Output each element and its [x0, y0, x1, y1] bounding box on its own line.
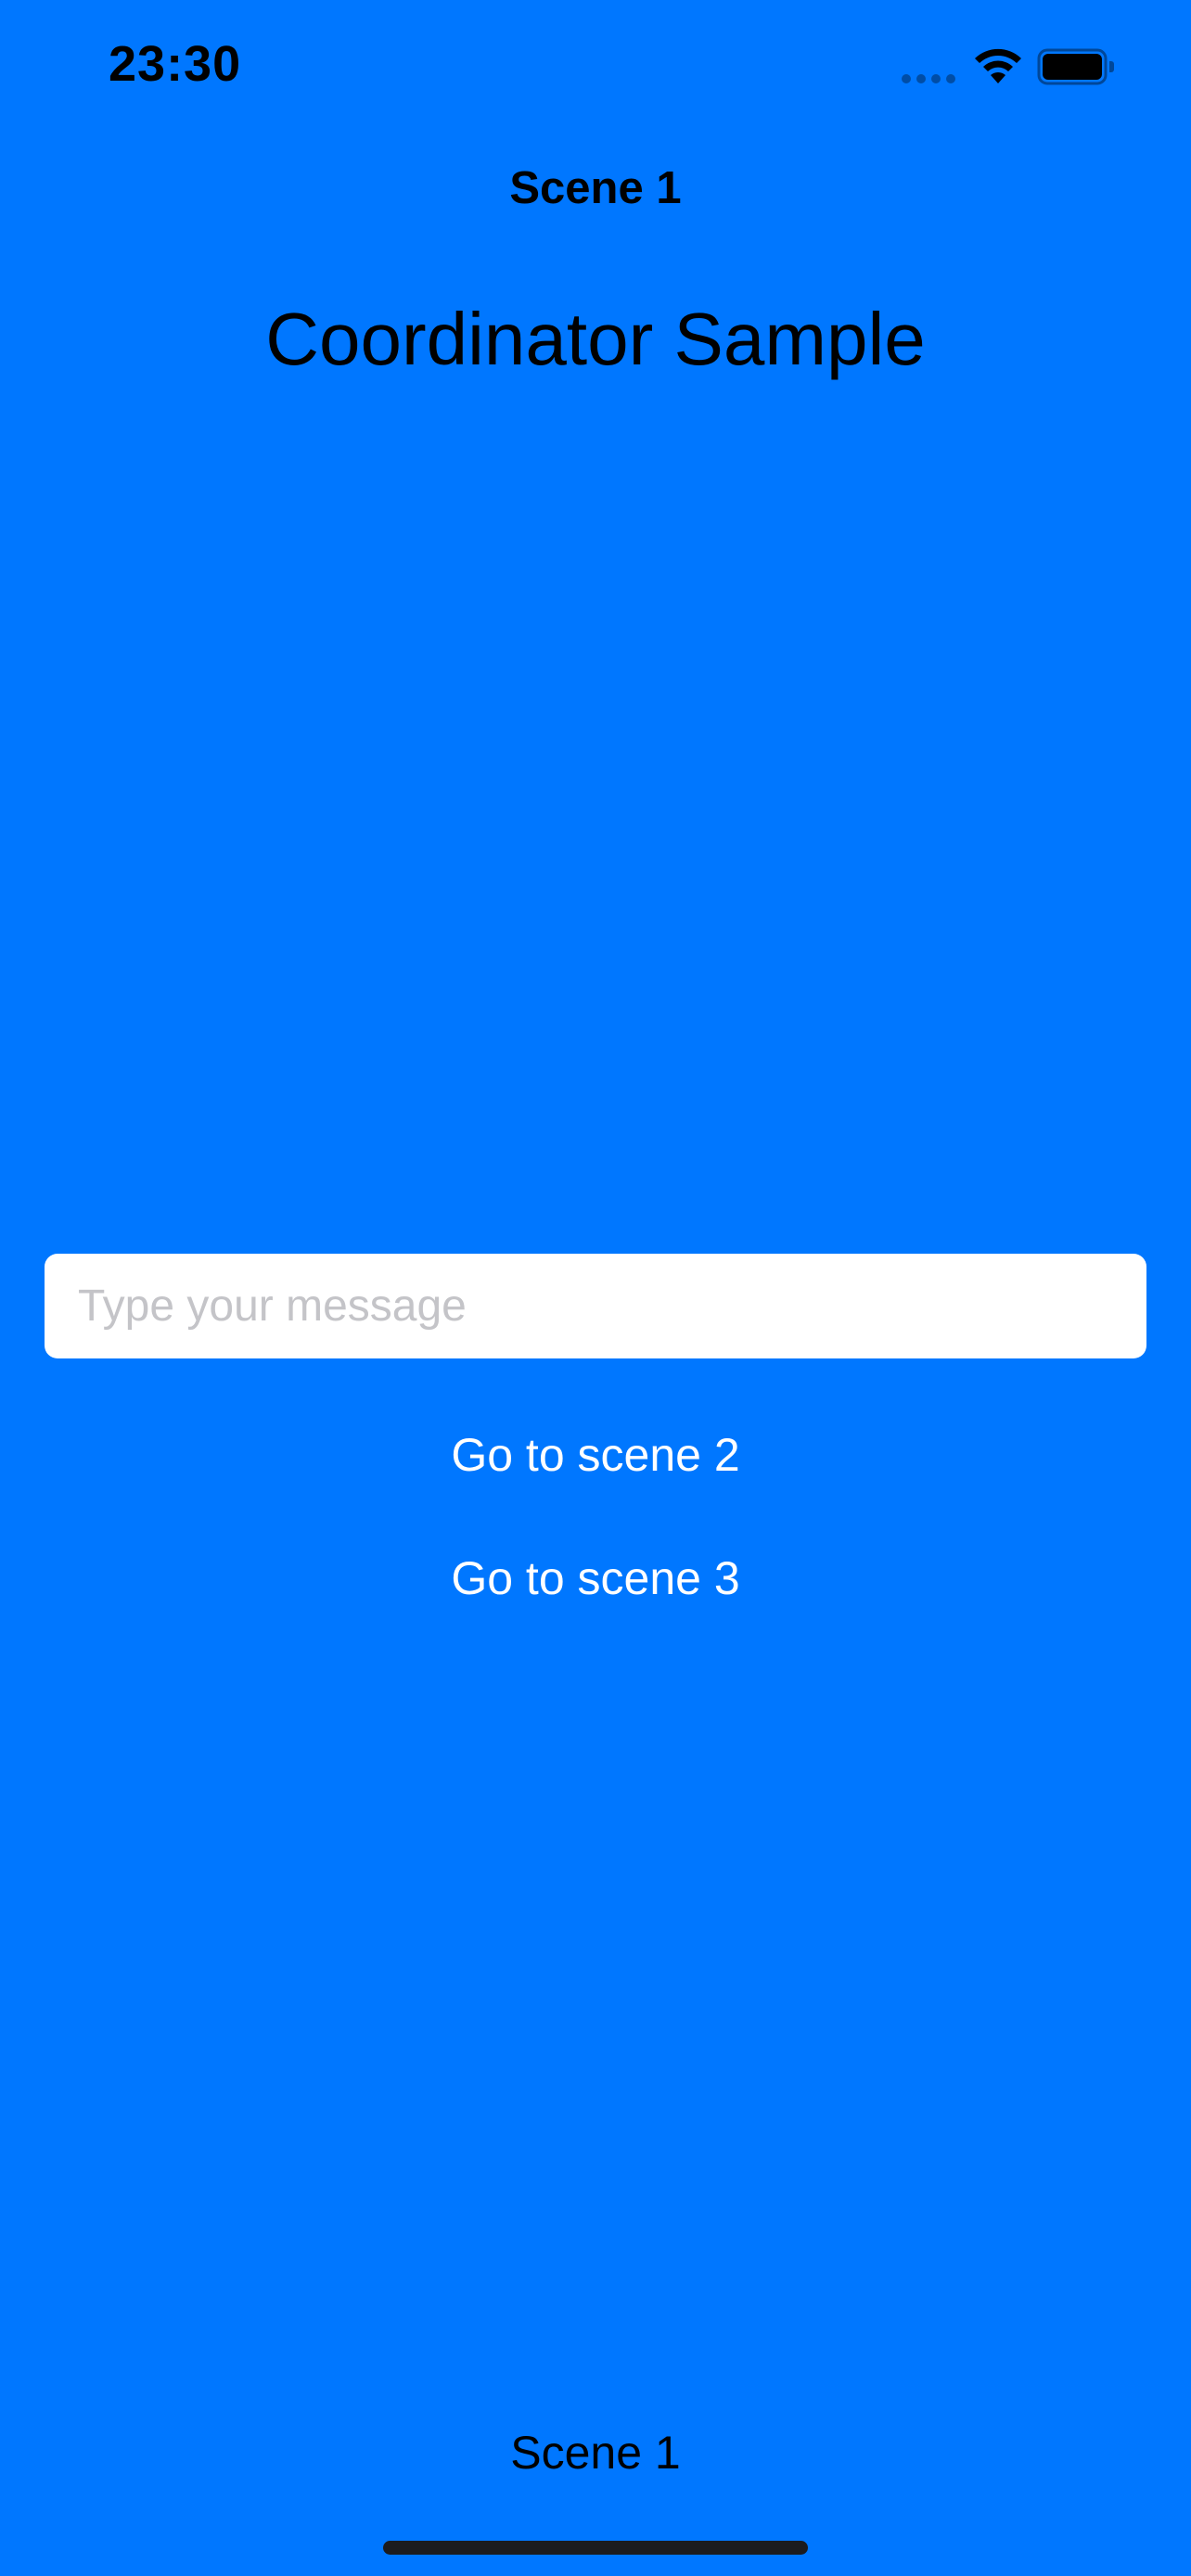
go-to-scene-3-button[interactable]: Go to scene 3 [0, 1551, 1191, 1605]
nav-title: Scene 1 [509, 163, 682, 213]
message-input[interactable] [45, 1254, 1146, 1358]
cellular-signal-icon [902, 74, 955, 83]
footer-label: Scene 1 [510, 2427, 681, 2479]
battery-icon [1037, 48, 1114, 85]
status-time: 23:30 [109, 36, 242, 92]
go-to-scene-2-button[interactable]: Go to scene 2 [0, 1428, 1191, 1482]
page-title: Coordinator Sample [265, 298, 926, 380]
wifi-icon [975, 48, 1021, 83]
home-indicator[interactable] [383, 2541, 808, 2555]
status-bar: 23:30 [0, 0, 1191, 130]
